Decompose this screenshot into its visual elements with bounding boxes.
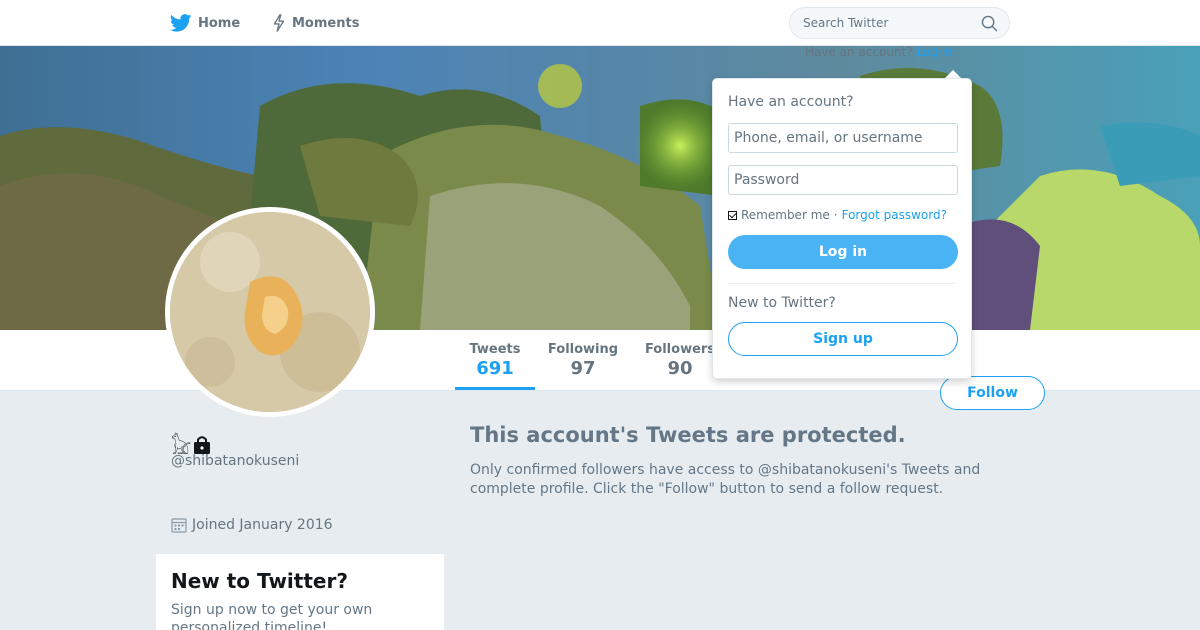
remember-me-label[interactable]: Remember me — [741, 208, 830, 222]
stat-followers-label: Followers — [644, 342, 716, 357]
login-button[interactable]: Log in — [728, 235, 958, 269]
login-dropdown-heading: Have an account? — [728, 94, 854, 110]
nav-home-link[interactable]: Home — [170, 12, 240, 34]
username-field[interactable] — [728, 123, 958, 153]
signup-card-title: New to Twitter? — [171, 569, 348, 593]
profile-joined-date: Joined January 2016 — [171, 517, 333, 533]
login-dropdown: Have an account? Remember me · Forgot pa… — [712, 78, 972, 379]
calendar-icon — [171, 518, 187, 533]
search-placeholder: Search Twitter — [803, 16, 889, 30]
login-hint-text: Have an account? — [805, 45, 913, 59]
stat-tweets-value: 691 — [476, 358, 514, 379]
search-box[interactable]: Search Twitter — [789, 7, 1010, 39]
remember-me-checkbox[interactable] — [728, 210, 737, 220]
remember-separator: · — [833, 208, 838, 222]
follow-button[interactable]: Follow — [940, 376, 1045, 410]
stat-followers[interactable]: Followers 90 — [640, 330, 720, 390]
stat-tweets[interactable]: Tweets 691 — [455, 330, 535, 390]
protected-title: This account's Tweets are protected. — [470, 423, 906, 447]
forgot-password-link[interactable]: Forgot password? — [842, 208, 947, 222]
protected-lock-icon — [194, 435, 211, 454]
login-hint-link[interactable]: Log in — [916, 45, 952, 59]
login-hint-behind: Have an account? Log in — [805, 45, 953, 59]
search-icon[interactable] — [981, 15, 998, 32]
password-field[interactable] — [728, 165, 958, 195]
nav-moments-label: Moments — [292, 15, 360, 31]
stat-following-value: 97 — [570, 358, 596, 379]
avatar[interactable] — [165, 207, 375, 417]
signup-card-text: Sign up now to get your own personalized… — [171, 602, 373, 630]
nav-moments-link[interactable]: Moments — [272, 12, 359, 34]
top-navigation-bar: Home Moments Search Twitter — [0, 0, 1200, 46]
nav-home-label: Home — [198, 15, 241, 31]
login-dropdown-divider — [728, 283, 956, 284]
stat-following[interactable]: Following 97 — [543, 330, 623, 390]
profile-handle[interactable]: @shibatanokuseni — [171, 453, 299, 469]
lightning-bolt-icon — [273, 14, 285, 32]
signup-button[interactable]: Sign up — [728, 322, 958, 356]
new-to-twitter-label: New to Twitter? — [728, 295, 836, 311]
twitter-bird-icon — [170, 14, 192, 32]
stat-following-label: Following — [547, 342, 619, 357]
stat-tweets-label: Tweets — [469, 342, 521, 357]
protected-text: Only confirmed followers have access to … — [470, 462, 981, 497]
joined-text: Joined January 2016 — [192, 517, 333, 533]
signup-card: New to Twitter? Sign up now to get your … — [156, 554, 444, 630]
stat-followers-value: 90 — [667, 358, 693, 379]
remember-row: Remember me · Forgot password? — [728, 208, 956, 222]
